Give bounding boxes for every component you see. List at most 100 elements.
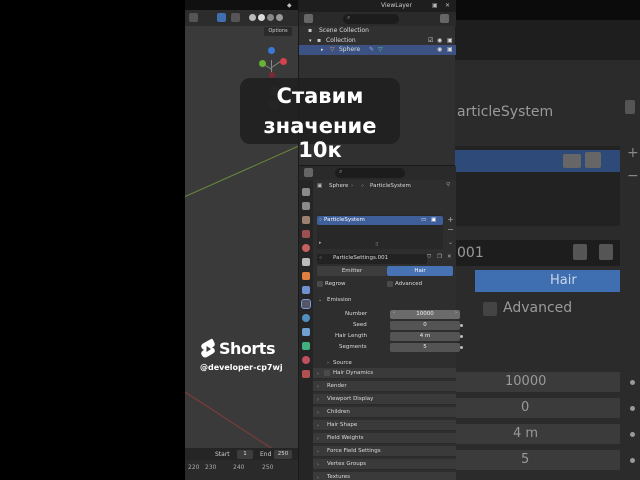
- material-shading-icon[interactable]: [267, 14, 274, 21]
- filter-icon[interactable]: [440, 14, 449, 23]
- particle-tab-icon[interactable]: [301, 299, 311, 309]
- chevron-right-icon[interactable]: ›: [317, 397, 319, 403]
- outliner-row-scene-collection[interactable]: ▪ Scene Collection: [299, 26, 456, 36]
- chevron-right-icon[interactable]: ›: [317, 371, 319, 377]
- display-mode-icon[interactable]: [304, 14, 313, 23]
- panel-hair-shape[interactable]: Hair Shape: [313, 420, 456, 431]
- segments-field[interactable]: 5: [390, 343, 460, 352]
- panel-vertex-groups[interactable]: Vertex Groups: [313, 459, 456, 470]
- chevron-right-icon[interactable]: ›: [317, 475, 319, 480]
- overlay-icon[interactable]: [217, 13, 226, 22]
- camera-icon[interactable]: ▣: [447, 45, 453, 55]
- properties-search-input[interactable]: [335, 168, 405, 178]
- gizmo-x-icon[interactable]: [280, 58, 287, 65]
- backdrop-plus-icon: +: [627, 145, 639, 161]
- xray-icon[interactable]: [231, 13, 240, 22]
- 3d-viewport[interactable]: Options: [185, 0, 298, 480]
- world-tab-icon[interactable]: [302, 258, 310, 266]
- emission-panel-header[interactable]: Emission: [327, 297, 351, 303]
- panel-viewport-display[interactable]: Viewport Display: [313, 394, 456, 405]
- close-icon[interactable]: ✕: [447, 254, 452, 260]
- decrement-icon[interactable]: ‹: [393, 310, 395, 316]
- tab-hair[interactable]: Hair: [387, 266, 453, 276]
- constraint-tab-icon[interactable]: [302, 328, 310, 336]
- rendered-shading-icon[interactable]: [276, 14, 283, 21]
- add-system-button[interactable]: +: [446, 215, 455, 224]
- backdrop-value-length: 4 m: [513, 426, 539, 441]
- advanced-checkbox[interactable]: [387, 281, 393, 287]
- options-button[interactable]: Options: [264, 27, 292, 36]
- panel-textures[interactable]: Textures: [313, 472, 456, 480]
- panel-children[interactable]: Children: [313, 407, 456, 418]
- panel-field-weights[interactable]: Field Weights: [313, 433, 456, 444]
- outliner-row-sphere[interactable]: ▸ ▽ Sphere ✎ ▽ ◉ ▣: [299, 45, 456, 55]
- output-tab-icon[interactable]: [302, 216, 310, 224]
- backdrop-name-text: 001: [457, 245, 484, 261]
- hair-length-field[interactable]: 4 m: [390, 332, 460, 341]
- modifier-tab-icon[interactable]: [302, 286, 310, 294]
- chevron-right-icon[interactable]: ›: [317, 436, 319, 442]
- backdrop-advanced-text: Advanced: [503, 300, 573, 316]
- pin-icon[interactable]: ⚲: [446, 182, 450, 188]
- tool-tab-icon[interactable]: [302, 188, 310, 196]
- eye-icon[interactable]: ◉: [437, 45, 442, 55]
- close-icon[interactable]: ✕: [445, 2, 450, 9]
- timeline-tick: 230: [205, 464, 217, 471]
- regrow-checkbox[interactable]: [317, 281, 323, 287]
- gizmo-y-icon[interactable]: [259, 60, 266, 67]
- wireframe-shading-icon[interactable]: [249, 14, 256, 21]
- monitor-icon[interactable]: ▭: [421, 217, 426, 223]
- chevron-right-icon: ›: [351, 183, 354, 189]
- physics-tab-icon[interactable]: [302, 314, 310, 322]
- object-tab-icon[interactable]: [302, 272, 310, 280]
- start-field[interactable]: 1: [237, 450, 253, 459]
- view-icon[interactable]: [189, 13, 198, 22]
- backdrop-value-number: 10000: [505, 374, 547, 389]
- chevron-right-icon[interactable]: ›: [317, 423, 319, 429]
- hair-dynamics-checkbox[interactable]: [324, 370, 330, 376]
- left-letterbox: [0, 0, 185, 480]
- remove-system-button[interactable]: −: [446, 225, 455, 234]
- properties-editor[interactable]: ⌕ ▣ Sphere › ⁘ ParticleSystem ⚲ ⁘ Partic…: [298, 165, 463, 480]
- camera-icon[interactable]: ▣: [431, 217, 436, 223]
- data-tab-icon[interactable]: [302, 342, 310, 350]
- view-layer-tab-icon[interactable]: [302, 230, 310, 238]
- outliner-search-input[interactable]: [343, 14, 399, 24]
- panel-force-field-settings[interactable]: Force Field Settings: [313, 446, 456, 457]
- chevron-right-icon[interactable]: ›: [317, 384, 319, 390]
- end-field[interactable]: 250: [274, 450, 292, 459]
- chevron-down-icon[interactable]: ⌄: [318, 297, 322, 303]
- chevron-right-icon[interactable]: ›: [327, 360, 329, 366]
- seed-label: Seed: [353, 322, 367, 328]
- panel-render[interactable]: Render: [313, 381, 456, 392]
- copy-icon[interactable]: ▣: [432, 2, 438, 9]
- tab-emitter[interactable]: Emitter: [317, 266, 387, 276]
- shield-icon: [573, 244, 587, 260]
- editor-type-icon[interactable]: [304, 168, 313, 177]
- timeline-tick: 240: [233, 464, 245, 471]
- chevron-right-icon[interactable]: ›: [317, 449, 319, 455]
- solid-shading-icon[interactable]: [258, 14, 265, 21]
- chevron-down-icon[interactable]: ⌄: [446, 238, 455, 247]
- panel-hair-dynamics[interactable]: Hair Dynamics: [313, 368, 456, 379]
- source-subpanel[interactable]: Source: [333, 360, 352, 366]
- chevron-right-icon[interactable]: ›: [317, 410, 319, 416]
- shorts-brand: Shorts: [219, 339, 275, 358]
- chevron-right-icon[interactable]: ›: [317, 462, 319, 468]
- start-label: Start: [215, 451, 230, 458]
- viewlayer-label[interactable]: ViewLayer: [381, 2, 412, 9]
- render-tab-icon[interactable]: [302, 202, 310, 210]
- material-tab-icon[interactable]: [302, 356, 310, 364]
- texture-tab-icon[interactable]: [302, 370, 310, 378]
- gizmo-z-icon[interactable]: [268, 47, 275, 54]
- scene-icon: ◆: [287, 2, 292, 9]
- number-field[interactable]: 10000: [390, 310, 460, 319]
- resize-handle[interactable]: ⠿: [375, 242, 379, 248]
- increment-icon[interactable]: ›: [455, 310, 457, 316]
- copy-icon[interactable]: ❐: [437, 254, 442, 260]
- seed-field[interactable]: 0: [390, 321, 460, 330]
- chevron-right-icon[interactable]: ▸: [321, 45, 324, 55]
- scene-tab-icon[interactable]: [302, 244, 310, 252]
- shield-icon[interactable]: ⛉: [427, 254, 431, 261]
- advanced-label: Advanced: [395, 281, 423, 287]
